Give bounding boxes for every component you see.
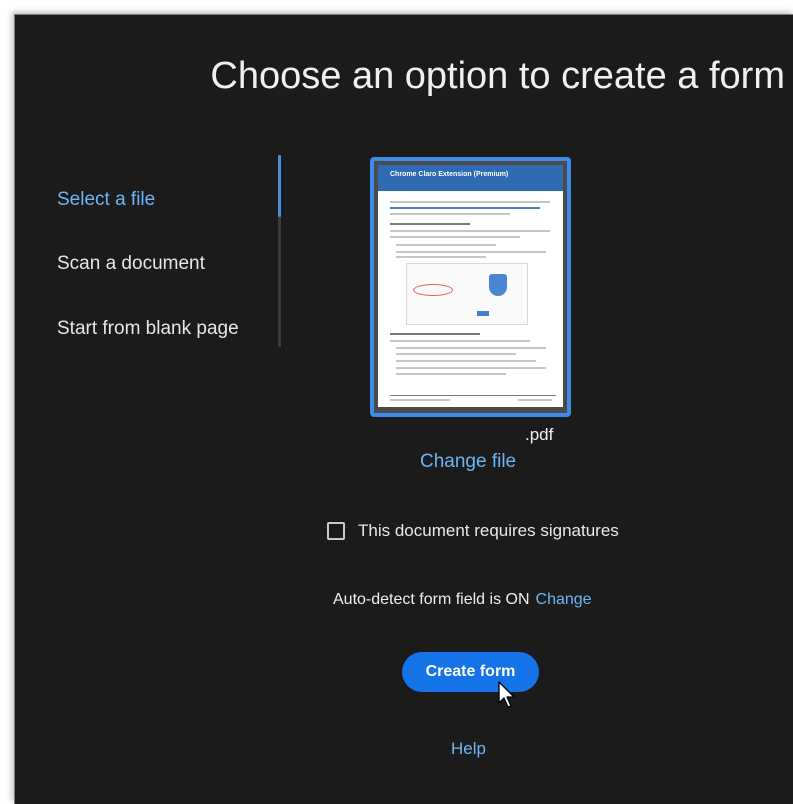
thumbnail-button-mark — [477, 311, 489, 316]
thumbnail-heading-line — [390, 223, 470, 225]
nav-item-blank-page[interactable]: Start from blank page — [57, 318, 239, 340]
help-link[interactable]: Help — [451, 739, 486, 759]
autodetect-status: Auto-detect form field is ON — [333, 591, 530, 608]
nav-item-select-file[interactable]: Select a file — [57, 189, 155, 211]
thumbnail-text-line — [396, 373, 506, 375]
page-title: Choose an option to create a form — [210, 55, 785, 97]
thumbnail-text-line — [396, 256, 486, 258]
autodetect-change-link[interactable]: Change — [536, 591, 592, 608]
window-frame: Choose an option to create a form Select… — [0, 0, 793, 804]
autodetect-row: Auto-detect form field is ON Change — [333, 591, 592, 609]
signatures-option[interactable]: This document requires signatures — [327, 521, 619, 541]
thumbnail-header: Chrome Claro Extension (Premium) — [378, 165, 563, 191]
file-name: .pdf — [525, 425, 554, 444]
nav-active-indicator — [278, 155, 281, 217]
file-thumbnail[interactable]: Chrome Claro Extension (Premium) — [370, 157, 571, 417]
change-file-link[interactable]: Change file — [420, 451, 516, 473]
thumbnail-text-line — [390, 236, 520, 238]
thumbnail-oval-mark — [413, 284, 453, 296]
thumbnail-text-line — [396, 244, 496, 246]
thumbnail-text-line — [396, 347, 546, 349]
thumbnail-heading-line — [390, 333, 480, 335]
thumbnail-text-line — [390, 207, 540, 209]
thumbnail-text-line — [396, 360, 536, 362]
thumbnail-text-line — [396, 367, 546, 369]
thumbnail-page: Chrome Claro Extension (Premium) — [378, 165, 563, 407]
thumbnail-text-line — [390, 213, 510, 215]
thumbnail-text-line — [390, 340, 530, 342]
signatures-label: This document requires signatures — [358, 521, 619, 540]
thumbnail-text-line — [390, 230, 550, 232]
thumbnail-figure — [406, 263, 528, 325]
thumbnail-text-line — [396, 251, 546, 253]
thumbnail-text-line — [390, 201, 550, 203]
thumbnail-text-line — [396, 353, 516, 355]
create-form-panel: Choose an option to create a form Select… — [14, 14, 793, 804]
thumbnail-footer-rule — [390, 395, 556, 396]
mouse-pointer-icon — [498, 681, 515, 708]
checkbox-unchecked-icon[interactable] — [327, 522, 345, 540]
thumbnail-footer-line — [518, 399, 552, 401]
thumbnail-footer-line — [390, 399, 450, 401]
nav-item-scan-document[interactable]: Scan a document — [57, 253, 205, 275]
thumbnail-shield-icon — [489, 274, 507, 296]
